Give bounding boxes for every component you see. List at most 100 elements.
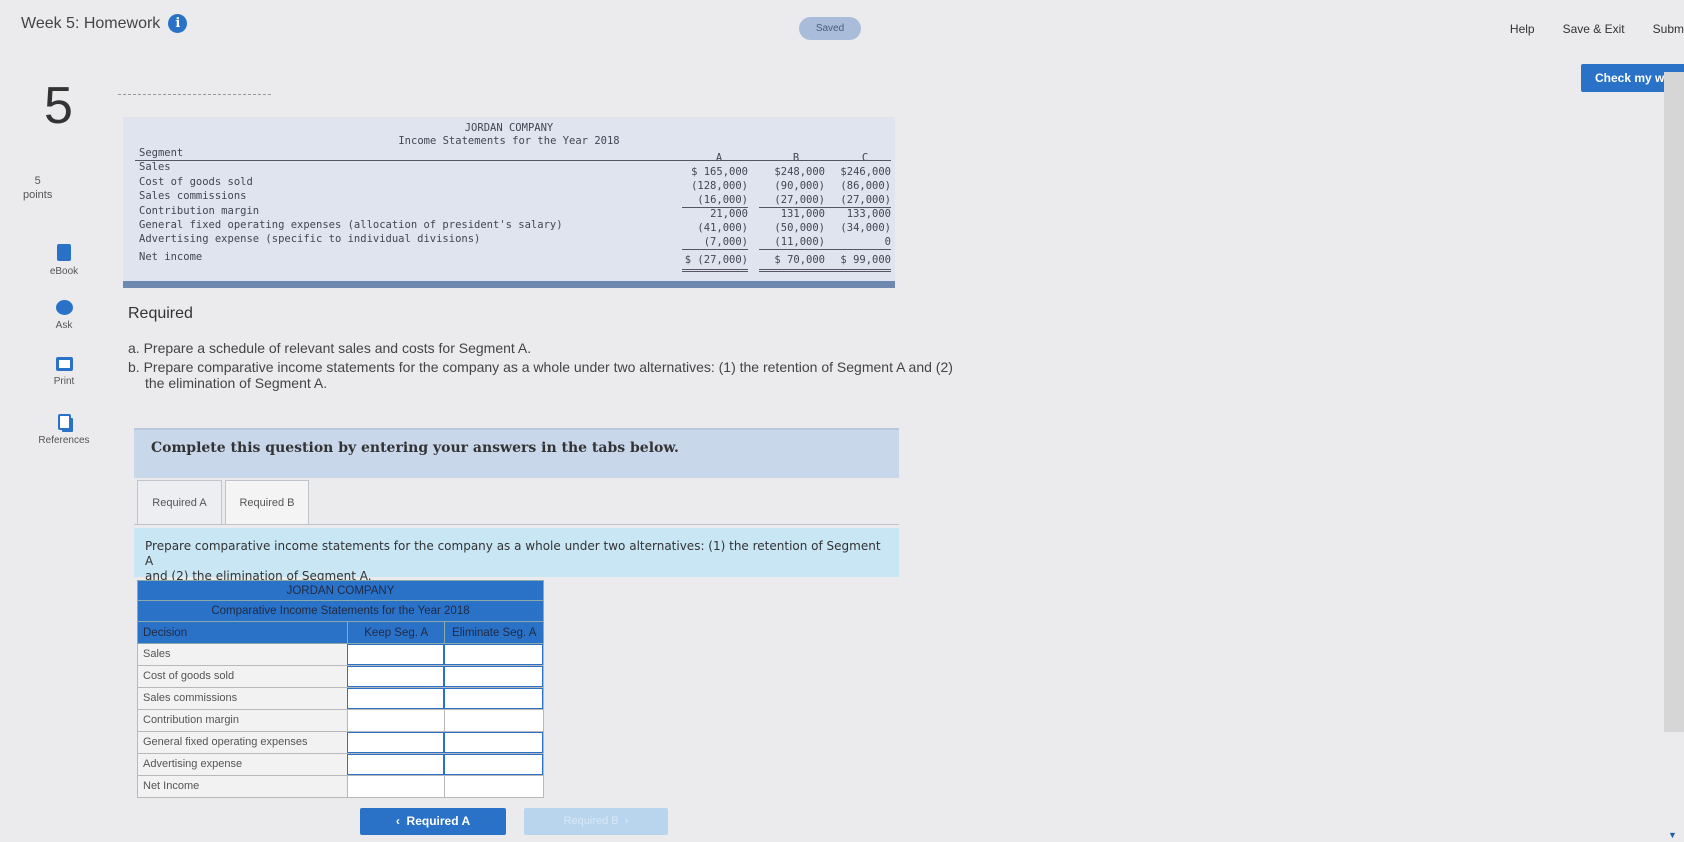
required-b-text: b. Prepare comparative income statements… [128,359,968,391]
tab-required-a[interactable]: Required A [137,480,222,525]
top-links: Help Save & Exit Subm [1482,22,1684,36]
statement-row-label: Sales commissions [139,190,247,202]
general-fixed-keep-input[interactable] [346,732,445,753]
sales-eliminate-input[interactable] [444,644,543,665]
answer-table: JORDAN COMPANY Comparative Income Statem… [137,580,544,798]
statement-row-label: Contribution margin [139,205,260,217]
statement-row-label: General fixed operating expenses (alloca… [139,219,563,231]
advertising-eliminate-input[interactable] [444,754,543,775]
question-number: 5 [44,77,73,135]
instruction-banner: Complete this question by entering your … [134,428,899,478]
cogs-keep-input[interactable] [346,666,445,687]
rail-ebook-label: eBook [49,266,79,277]
statement-row-label: Cost of goods sold [139,176,253,188]
assignment-title: Week 5: Homework i [21,14,188,33]
statement-cell: $ 165,000 [691,166,748,178]
rail-print[interactable]: Print [29,357,99,387]
question-points: 5 points [23,174,52,202]
info-icon[interactable]: i [168,14,188,33]
save-exit-link[interactable]: Save & Exit [1563,22,1625,36]
row-label-general-fixed: General fixed operating expenses [143,736,308,748]
table-row: Sales commissions [137,688,544,710]
statement-cell: (86,000) [840,180,891,192]
statement-underline [759,249,825,250]
points-label: points [23,189,53,201]
net-income-eliminate-input[interactable] [444,776,543,797]
income-statement-image: JORDAN COMPANY Income Statements for the… [123,117,895,288]
prev-button-label: Required A [406,814,471,828]
net-income-keep-input[interactable] [346,776,445,797]
sales-keep-input[interactable] [346,644,445,665]
contribution-keep-input[interactable] [346,710,445,731]
statement-cell: (41,000) [697,222,748,234]
statement-col-a: A [715,152,723,164]
statement-cell: $ 70,000 [774,254,825,266]
statement-cell: 0 [884,236,891,248]
page-scrollbar[interactable] [1664,72,1684,732]
statement-col-c: C [861,152,869,164]
contribution-eliminate-input[interactable] [444,710,543,731]
statement-double-underline [682,269,748,272]
prompt-line1: Prepare comparative income statements fo… [145,539,881,568]
rail-references-label: References [38,435,90,446]
answer-table-header-row: Decision Keep Seg. A Eliminate Seg. A [137,622,544,644]
statement-double-underline [759,269,825,272]
answer-table-company: JORDAN COMPANY [137,580,544,601]
statement-segment-label: Segment [139,147,184,159]
statement-cell: $246,000 [840,166,891,178]
statement-cell: $248,000 [774,166,825,178]
table-row: Sales [137,644,544,666]
statement-cell: (128,000) [691,180,748,192]
required-b-line2: the elimination of Segment A. [145,375,328,391]
ask-bubble-icon [55,300,73,315]
statement-cell: (90,000) [774,180,825,192]
statement-cell: (27,000) [774,194,825,206]
references-icon [57,414,71,430]
rail-ask[interactable]: Ask [29,300,99,331]
submit-link[interactable]: Subm [1653,22,1684,36]
statement-company: JORDAN COMPANY [464,122,554,134]
cogs-eliminate-input[interactable] [444,666,543,687]
statement-cell: (50,000) [774,222,825,234]
statement-row-label: Sales [139,161,171,173]
help-link[interactable]: Help [1510,22,1535,36]
prev-required-a-button[interactable]: ‹ Required A [360,808,506,835]
table-row: Advertising expense [137,754,544,776]
statement-bottom-bar [123,281,895,288]
commissions-keep-input[interactable] [346,688,445,709]
statement-cell: (7,000) [703,236,748,248]
decision-label: Decision [143,627,188,639]
statement-cell: (27,000) [840,194,891,206]
general-fixed-eliminate-input[interactable] [444,732,543,753]
commissions-eliminate-input[interactable] [444,688,543,709]
statement-row-label: Net income [139,251,203,263]
statement-cell: $ 99,000 [840,254,891,266]
rail-ebook[interactable]: eBook [29,244,99,277]
advertising-keep-input[interactable] [346,754,445,775]
top-bar: Week 5: Homework i Saved Help Save & Exi… [0,0,1684,50]
eliminate-seg-a-header: Eliminate Seg. A [444,622,543,643]
table-row: Net Income [137,776,544,798]
table-row: General fixed operating expenses [137,732,544,754]
row-label-net-income: Net Income [143,780,200,792]
required-heading: Required [128,305,193,322]
statement-cell: (34,000) [840,222,891,234]
scroll-down-arrow-icon[interactable]: ▼ [1668,830,1677,840]
printer-icon [55,357,73,371]
statement-underline [682,249,748,250]
chevron-left-icon: ‹ [395,814,400,828]
tab-required-b[interactable]: Required B [225,480,309,525]
row-label-sales: Sales [143,648,171,660]
statement-subtitle: Income Statements for the Year 2018 [398,135,620,147]
rail-references[interactable]: References [29,414,99,446]
row-label-cogs: Cost of goods sold [143,670,235,682]
required-b-line1: b. Prepare comparative income statements… [128,359,953,375]
next-required-b-button[interactable]: Required B › [524,808,668,835]
statement-double-underline [825,269,891,272]
row-label-contribution-margin: Contribution margin [143,714,239,726]
statement-col-b: B [792,152,800,164]
statement-cell: 131,000 [780,208,825,220]
points-value: 5 [34,175,41,187]
answer-table-subtitle: Comparative Income Statements for the Ye… [137,601,544,622]
saved-status-badge: Saved [799,17,861,40]
